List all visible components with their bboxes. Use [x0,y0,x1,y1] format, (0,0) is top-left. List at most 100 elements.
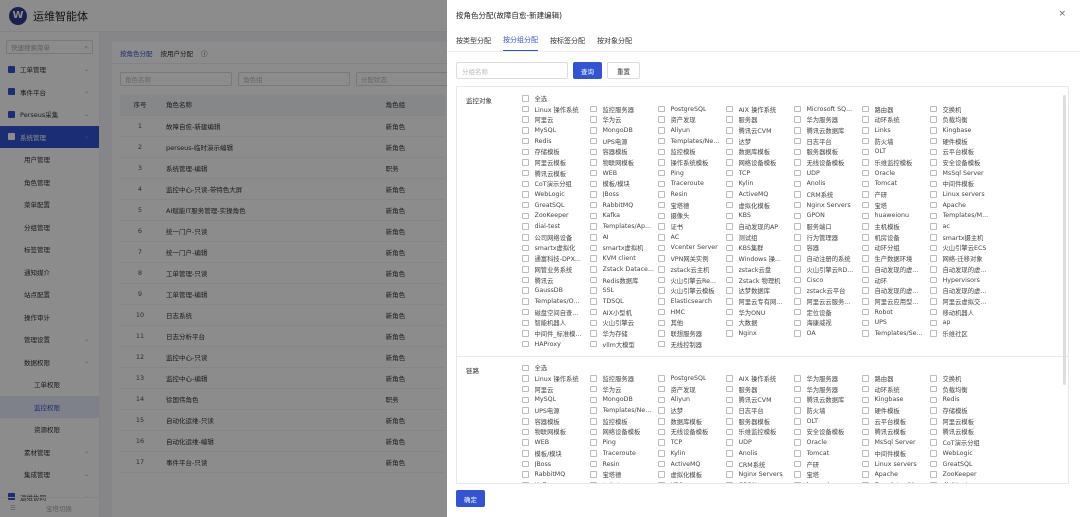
checkbox-icon[interactable] [522,330,529,337]
group-checkbox[interactable]: KVM client [590,255,658,262]
group-checkbox[interactable]: 腾讯云 [522,276,590,285]
group-checkbox[interactable]: Traceroute [658,180,726,187]
group-checkbox[interactable]: dial-test [522,223,590,230]
group-checkbox[interactable]: 安全设备模板 [930,158,998,167]
group-checkbox[interactable]: Kafka [590,212,658,219]
group-checkbox[interactable]: smartx虚拟机 [590,243,658,252]
group-checkbox[interactable]: Templates/Ap... [590,223,658,230]
checkbox-icon[interactable] [930,223,937,230]
checkbox-icon[interactable] [658,127,665,134]
group-checkbox[interactable]: GreatSQL [522,202,590,209]
checkbox-icon[interactable] [794,407,801,414]
checkbox-icon[interactable] [522,450,529,457]
checkbox-icon[interactable] [794,191,801,198]
group-checkbox[interactable]: ac [930,223,998,230]
reset-button[interactable]: 重置 [607,62,640,79]
checkbox-icon[interactable] [726,319,733,327]
checkbox-icon[interactable] [522,418,529,425]
group-checkbox[interactable]: CRM系统 [726,460,794,469]
checkbox-icon[interactable] [590,471,597,478]
checkbox-icon[interactable] [930,482,937,483]
group-checkbox[interactable]: 监控模板 [658,147,726,156]
group-checkbox[interactable]: ZooKeeper [930,471,998,478]
checkbox-icon[interactable] [794,482,801,483]
group-checkbox[interactable]: 火山引擎云ECS [930,243,998,252]
checkbox-icon[interactable] [930,308,937,316]
group-checkbox[interactable]: 宝塔德 [590,470,658,479]
checkbox-icon[interactable] [862,450,869,457]
checkbox-icon[interactable] [590,482,597,483]
group-checkbox[interactable]: Oracle [794,439,862,446]
checkbox-icon[interactable] [930,244,937,252]
group-checkbox[interactable]: 存储模板 [930,406,998,415]
checkbox-icon[interactable] [658,396,665,404]
checkbox-icon[interactable] [862,471,869,478]
checkbox-icon[interactable] [726,223,733,230]
group-checkbox[interactable]: MsSql Server [930,170,998,177]
group-checkbox[interactable]: 宝塔 [862,201,930,210]
checkbox-icon[interactable] [862,308,869,316]
checkbox-icon[interactable] [794,460,801,468]
checkbox-icon[interactable] [658,330,665,337]
checkbox-icon[interactable] [590,191,597,198]
checkbox-icon[interactable] [726,298,733,305]
checkbox-icon[interactable] [726,137,733,145]
group-checkbox[interactable]: ap [930,319,998,326]
checkbox-icon[interactable] [590,180,597,188]
checkbox-icon[interactable] [930,266,937,273]
checkbox-icon[interactable] [522,234,529,241]
group-checkbox[interactable]: Apache [930,202,998,209]
checkbox-icon[interactable] [726,169,733,177]
group-checkbox[interactable]: 网络-迁移对象 [930,254,998,263]
group-checkbox[interactable]: 海康威视 [794,318,862,327]
checkbox-icon[interactable] [862,191,869,198]
group-checkbox[interactable]: 测试组 [726,233,794,242]
group-checkbox[interactable]: 容器模板 [590,147,658,156]
checkbox-icon[interactable] [658,276,665,284]
group-checkbox[interactable]: JBoss [522,461,590,468]
checkbox-icon[interactable] [862,439,869,446]
group-checkbox[interactable]: Kingbase [862,396,930,403]
group-checkbox[interactable]: zstack云平台 [794,286,862,295]
checkbox-icon[interactable] [522,191,529,198]
checkbox-icon[interactable] [522,127,529,134]
group-checkbox[interactable]: 自动发现的AP [726,222,794,231]
checkbox-icon[interactable] [794,439,801,446]
group-checkbox[interactable]: 模板/模块 [522,449,590,458]
group-checkbox[interactable]: 华为服务器 [794,374,862,383]
checkbox-icon[interactable] [726,159,733,166]
group-checkbox[interactable]: 模板/模块 [590,179,658,188]
checkbox-icon[interactable] [930,169,937,177]
confirm-button[interactable]: 确定 [456,490,485,507]
group-checkbox[interactable]: AC [658,234,726,241]
group-checkbox[interactable]: 无线设备模板 [658,427,726,436]
checkbox-icon[interactable] [930,396,937,404]
checkbox-icon[interactable] [726,266,733,273]
checkbox-icon[interactable] [522,287,529,294]
checkbox-icon[interactable] [862,223,869,230]
group-checkbox[interactable]: 容器 [794,243,862,252]
checkbox-icon[interactable] [726,234,733,241]
checkbox-icon[interactable] [794,266,801,273]
group-checkbox[interactable]: SSL [590,287,658,294]
checkbox-icon[interactable] [794,180,801,188]
close-icon[interactable]: × [1058,9,1066,19]
group-checkbox[interactable]: 产研 [794,460,862,469]
checkbox-icon[interactable] [658,159,665,166]
group-checkbox[interactable]: 乐维监控模板 [726,427,794,436]
group-checkbox[interactable]: Templates/Se... [862,330,930,337]
group-checkbox[interactable]: Nginx [726,330,794,337]
checkbox-icon[interactable] [794,330,801,337]
group-checkbox[interactable]: 动环 [862,276,930,285]
group-checkbox[interactable]: MsSql Server [862,439,930,446]
checkbox-icon[interactable] [522,276,529,284]
checkbox-icon[interactable] [930,418,937,425]
checkbox-icon[interactable] [522,148,529,156]
group-checkbox[interactable]: 虚拟化模板 [658,470,726,479]
checkbox-icon[interactable] [862,396,869,404]
checkbox-icon[interactable] [726,244,733,252]
checkbox-icon[interactable] [930,330,937,337]
checkbox-icon[interactable] [862,276,869,284]
checkbox-icon[interactable] [726,450,733,457]
checkbox-icon[interactable] [930,287,937,294]
